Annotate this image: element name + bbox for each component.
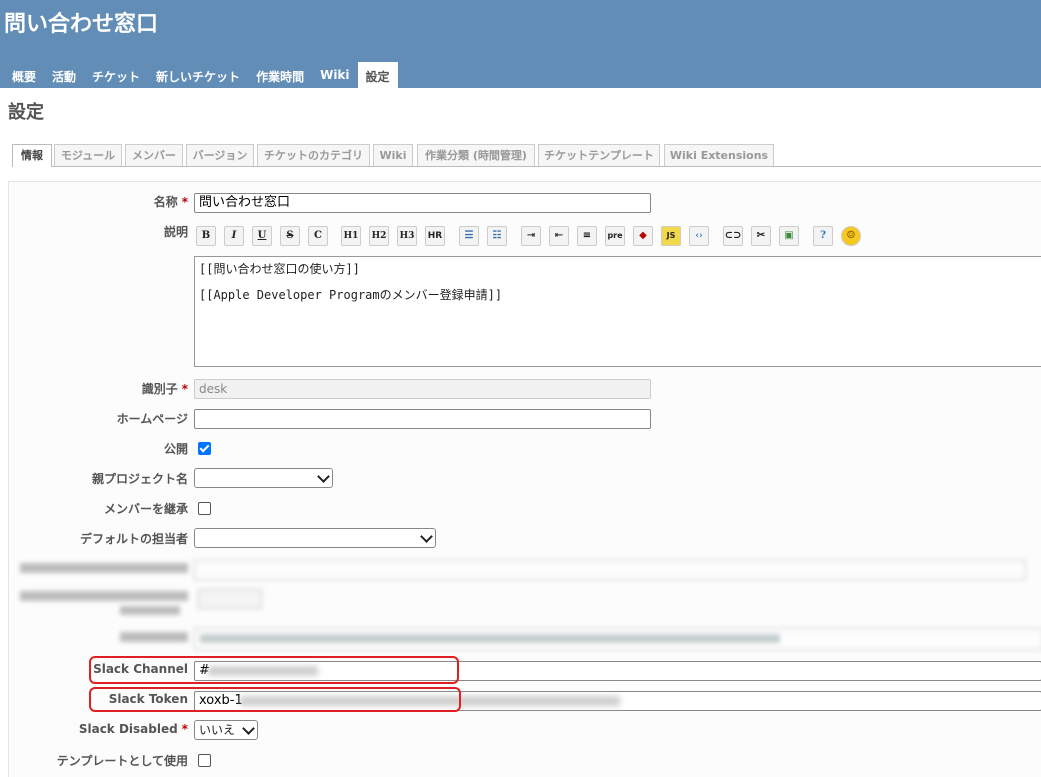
menu-activity[interactable]: 活動	[44, 62, 84, 88]
homepage-label: ホームページ	[116, 412, 188, 426]
tab-wiki-extensions[interactable]: Wiki Extensions	[664, 144, 774, 166]
tab-versions[interactable]: バージョン	[186, 144, 254, 166]
default-assignee-label: デフォルトの担当者	[79, 532, 188, 546]
heading2-icon[interactable]: H2	[369, 226, 389, 246]
italic-icon[interactable]: I	[224, 226, 244, 246]
public-checkbox[interactable]	[198, 442, 211, 455]
redacted-field-row	[20, 628, 1041, 652]
underline-icon[interactable]: U	[252, 226, 272, 246]
main-menu: 概要 活動 チケット 新しいチケット 作業時間 Wiki 設定	[4, 62, 398, 88]
redacted-text	[200, 634, 780, 643]
slack-disabled-select[interactable]: いいえ	[194, 720, 258, 740]
tab-activities[interactable]: 作業分類 (時間管理)	[417, 144, 535, 166]
indent-icon[interactable]: ⇥	[521, 226, 541, 246]
image-icon[interactable]: ▣	[779, 226, 799, 246]
redacted-select	[198, 589, 262, 609]
inherit-members-checkbox[interactable]	[198, 502, 211, 515]
project-header: 問い合わせ窓口 概要 活動 チケット 新しいチケット 作業時間 Wiki 設定	[0, 0, 1041, 88]
bold-icon[interactable]: B	[196, 226, 216, 246]
tab-members[interactable]: メンバー	[125, 144, 183, 166]
image-link-icon[interactable]: ✂	[751, 226, 771, 246]
help-icon[interactable]: ?	[813, 226, 833, 246]
project-title: 問い合わせ窓口	[4, 12, 159, 37]
parent-project-select[interactable]	[194, 468, 333, 488]
redacted-label	[120, 632, 188, 642]
chevron-down-icon	[420, 530, 433, 543]
inherit-members-label: メンバーを継承	[103, 502, 188, 516]
redacted-label	[20, 563, 188, 573]
parent-project-label: 親プロジェクト名	[91, 472, 188, 486]
use-as-template-checkbox[interactable]	[198, 754, 211, 767]
redacted-label	[20, 591, 188, 601]
description-line: [[問い合わせ窓口の使い方]]	[199, 262, 360, 276]
javascript-icon[interactable]: JS	[661, 226, 681, 246]
homepage-input[interactable]	[194, 409, 651, 429]
name-input[interactable]: 問い合わせ窓口	[194, 193, 651, 213]
description-textarea[interactable]: [[問い合わせ窓口の使い方]] [[Apple Developer Progra…	[194, 256, 1041, 367]
redacted-field-row	[20, 560, 1041, 580]
smiley-icon[interactable]: ☺	[841, 226, 861, 246]
chevron-down-icon	[317, 470, 330, 483]
default-assignee-select[interactable]	[194, 528, 436, 548]
heading1-icon[interactable]: H1	[341, 226, 361, 246]
redacted-input	[194, 560, 1026, 580]
chevron-down-icon	[242, 722, 255, 735]
menu-issues[interactable]: チケット	[84, 62, 148, 88]
table-icon[interactable]: ≡	[577, 226, 597, 246]
tab-info[interactable]: 情報	[12, 144, 52, 167]
identifier-input: desk	[194, 379, 651, 399]
numbered-list-icon[interactable]: ☷	[487, 226, 507, 246]
pre-icon[interactable]: pre	[605, 226, 625, 246]
public-label: 公開	[163, 442, 188, 456]
settings-tabs: 情報 モジュール メンバー バージョン チケットのカテゴリ Wiki 作業分類 …	[12, 144, 1041, 167]
use-as-template-label: テンプレートとして使用	[56, 754, 188, 768]
highlight-box	[89, 687, 461, 712]
redmine-link-icon[interactable]: ◆	[633, 226, 653, 246]
code-icon[interactable]: ‹›	[689, 226, 709, 246]
redacted-field-row	[20, 588, 1041, 618]
heading3-icon[interactable]: H3	[397, 226, 417, 246]
bulleted-list-icon[interactable]: ☰	[459, 226, 479, 246]
menu-settings[interactable]: 設定	[357, 62, 398, 88]
menu-time-entries[interactable]: 作業時間	[248, 62, 312, 88]
tab-modules[interactable]: モジュール	[54, 144, 122, 166]
menu-wiki[interactable]: Wiki	[312, 62, 357, 88]
description-label: 説明	[163, 225, 188, 239]
tab-issue-categories[interactable]: チケットのカテゴリ	[257, 144, 370, 166]
redacted-label	[120, 606, 180, 615]
strikethrough-icon[interactable]: S	[280, 226, 300, 246]
horizontal-rule-icon[interactable]: HR	[425, 226, 445, 246]
identifier-label: 識別子 *	[141, 382, 188, 396]
page-title: 設定	[8, 102, 44, 123]
inline-code-icon[interactable]: C	[308, 226, 328, 246]
tab-wiki[interactable]: Wiki	[373, 144, 413, 166]
slack-disabled-label: Slack Disabled *	[78, 722, 188, 736]
menu-new-issue[interactable]: 新しいチケット	[148, 62, 248, 88]
outdent-icon[interactable]: ⇤	[549, 226, 569, 246]
link-icon[interactable]: ⊂⊃	[723, 226, 743, 246]
menu-overview[interactable]: 概要	[4, 62, 44, 88]
highlight-box	[89, 656, 459, 684]
tab-issue-templates[interactable]: チケットテンプレート	[538, 144, 660, 166]
name-label: 名称 *	[153, 195, 188, 209]
description-line: [[Apple Developer Programのメンバー登録申請]]	[199, 288, 503, 302]
